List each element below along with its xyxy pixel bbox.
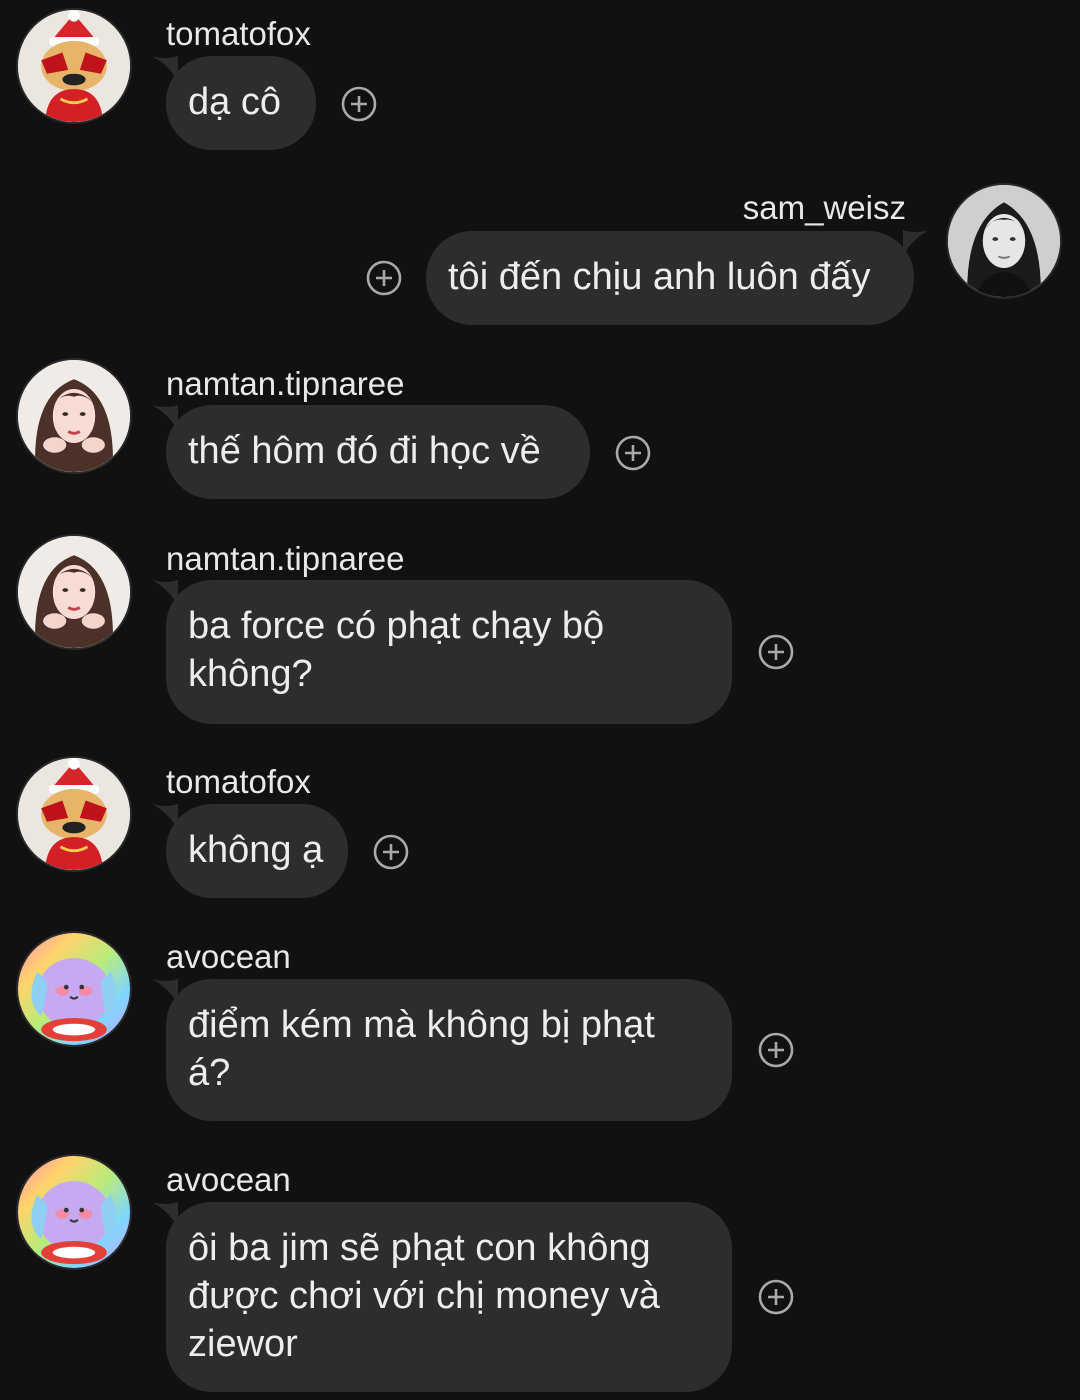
username[interactable]: avocean [166, 937, 291, 977]
plus-circle-icon[interactable] [758, 1032, 794, 1068]
message-bubble[interactable]: tôi đến chịu anh luôn đấy [426, 231, 914, 325]
username[interactable]: namtan.tipnaree [166, 539, 405, 579]
girl-portrait-avatar[interactable] [16, 358, 132, 474]
message-bubble[interactable]: ba force có phạt chạy bộ không? [166, 580, 732, 724]
plus-circle-icon[interactable] [373, 834, 409, 870]
username[interactable]: sam_weisz [690, 188, 906, 228]
plus-circle-icon[interactable] [615, 435, 651, 471]
plus-circle-icon[interactable] [758, 634, 794, 670]
rainbow-creature-avatar[interactable] [16, 931, 132, 1047]
woman-portrait-avatar[interactable] [946, 183, 1062, 299]
username[interactable]: namtan.tipnaree [166, 364, 405, 404]
message-bubble[interactable]: không ạ [166, 804, 348, 898]
username[interactable]: avocean [166, 1160, 291, 1200]
plus-circle-icon[interactable] [366, 260, 402, 296]
girl-portrait-avatar[interactable] [16, 534, 132, 650]
message-bubble[interactable]: điểm kém mà không bị phạt á? [166, 979, 732, 1121]
plus-circle-icon[interactable] [341, 86, 377, 122]
plus-circle-icon[interactable] [758, 1279, 794, 1315]
username[interactable]: tomatofox [166, 762, 311, 802]
message-bubble[interactable]: thế hôm đó đi học về [166, 405, 590, 499]
message-bubble[interactable]: ôi ba jim sẽ phạt con không được chơi vớ… [166, 1202, 732, 1392]
username[interactable]: tomatofox [166, 14, 311, 54]
rainbow-creature-avatar[interactable] [16, 1154, 132, 1270]
message-bubble[interactable]: dạ cô [166, 56, 316, 150]
fox-santa-avatar[interactable] [16, 756, 132, 872]
fox-santa-avatar[interactable] [16, 8, 132, 124]
